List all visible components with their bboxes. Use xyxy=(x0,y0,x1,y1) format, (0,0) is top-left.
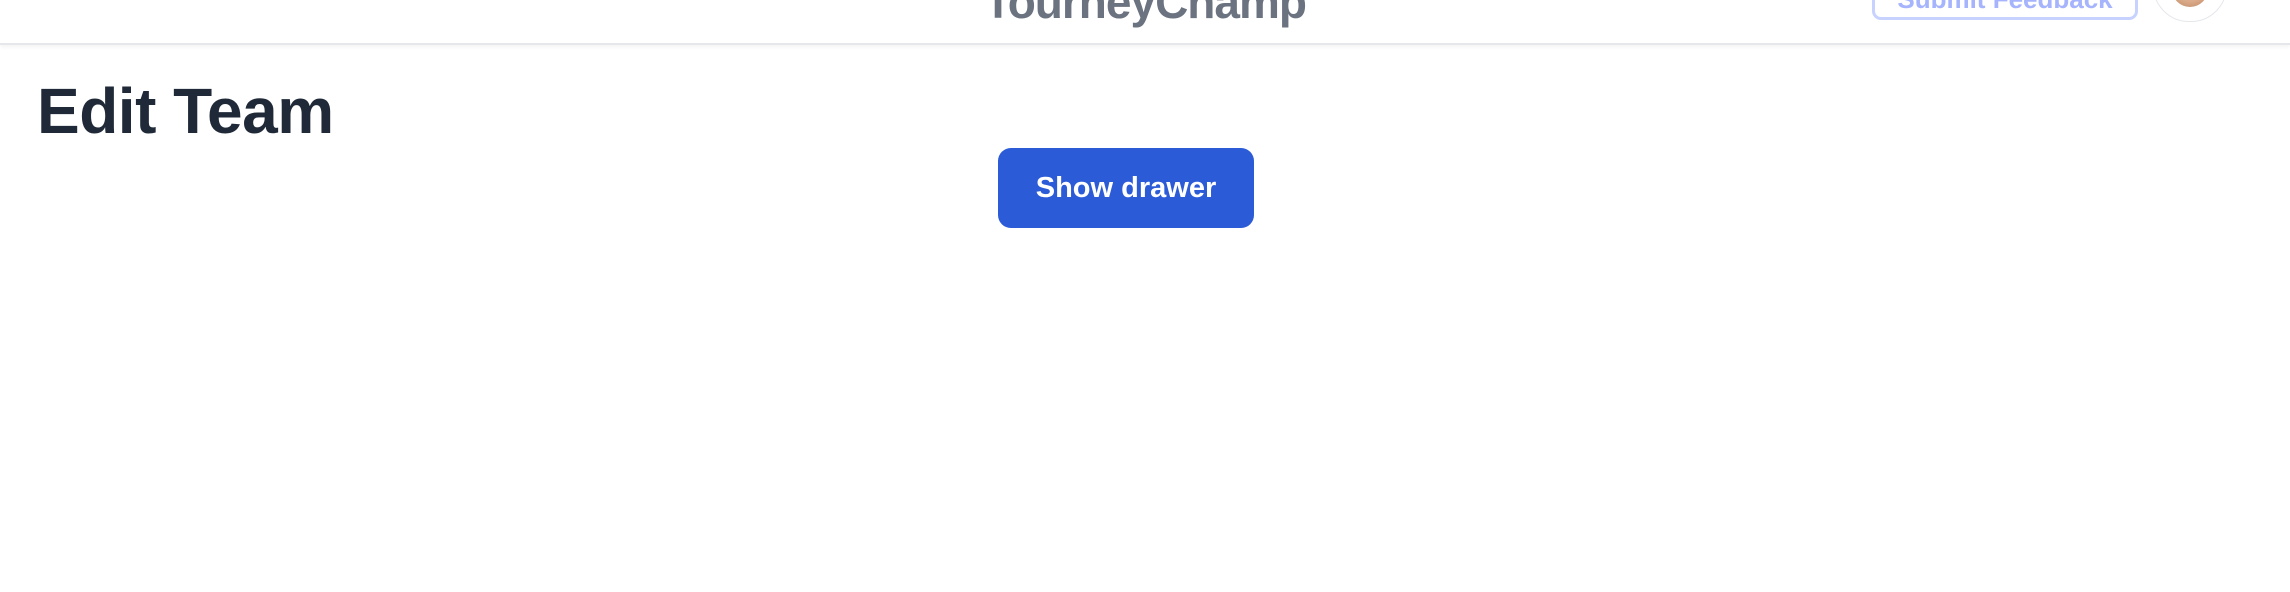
submit-feedback-button[interactable]: Submit Feedback xyxy=(1872,0,2138,20)
top-navigation-bar: TourneyChamp Submit Feedback xyxy=(0,0,2290,45)
user-avatar-icon xyxy=(2172,0,2208,7)
show-drawer-button[interactable]: Show drawer xyxy=(998,148,1254,228)
page-title: Edit Team xyxy=(37,75,334,147)
